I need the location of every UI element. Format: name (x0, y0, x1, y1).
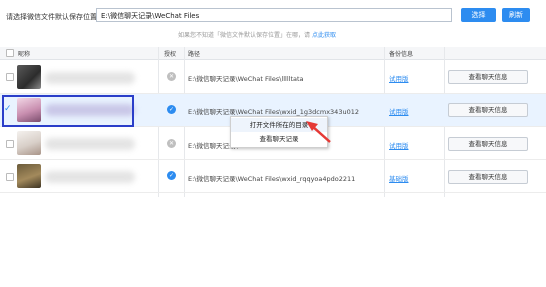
row-checkbox[interactable] (6, 73, 14, 81)
hint-text: 如果您不知道「微信文件默认保存位置」在哪，请 点此获取 (178, 30, 336, 39)
select-button[interactable]: 选择 (461, 8, 496, 22)
header-backup: 备份信息 (389, 51, 414, 58)
header-path: 路径 (188, 51, 201, 58)
save-path-input[interactable]: E:\微信聊天记录\WeChat Files (96, 8, 452, 22)
avatar (17, 65, 41, 89)
auth-status-on-icon: ✓ (167, 105, 176, 114)
view-chat-button[interactable]: 查看聊天信息 (448, 170, 528, 184)
annotation-arrow-icon (306, 121, 331, 143)
row-checkbox[interactable] (6, 140, 14, 148)
header-auth: 授权 (164, 51, 177, 58)
save-path-label: 请选择微信文件默认保存位置 (6, 13, 97, 21)
view-chat-button[interactable]: 查看聊天信息 (448, 103, 528, 117)
refresh-button[interactable]: 刷新 (502, 8, 530, 22)
auth-status-off-icon: ✕ (167, 139, 176, 148)
blurred-nickname (45, 72, 135, 84)
avatar (17, 164, 41, 188)
blurred-nickname (45, 171, 135, 183)
table-header (0, 47, 546, 60)
auth-status-off-icon: ✕ (167, 72, 176, 81)
backup-version-link[interactable]: 试用版 (389, 106, 409, 116)
view-chat-button[interactable]: 查看聊天信息 (448, 70, 528, 84)
header-nickname: 昵称 (18, 51, 31, 58)
hint-message: 如果您不知道「微信文件默认保存位置」在哪，请 (178, 32, 311, 39)
view-chat-button[interactable]: 查看聊天信息 (448, 137, 528, 151)
avatar (17, 131, 41, 155)
backup-version-link[interactable]: 基础版 (389, 173, 409, 183)
backup-version-link[interactable]: 试用版 (389, 73, 409, 83)
backup-version-link[interactable]: 试用版 (389, 140, 409, 150)
row-checkbox[interactable] (6, 173, 14, 181)
hint-link[interactable]: 点此获取 (312, 32, 336, 39)
auth-status-on-icon: ✓ (167, 171, 176, 180)
path-cell: E:\微信聊天记录\WeChat Files\wxid_rqqyoa4pdo22… (188, 175, 356, 183)
select-all-checkbox[interactable] (6, 49, 14, 57)
blurred-nickname (45, 138, 135, 150)
path-cell: E:\微信聊天记录\WeChat Files\llllltata (188, 75, 304, 83)
annotation-highlight-box (2, 95, 134, 127)
path-cell: E:\微信聊天记录\WeChat Files\wxid_1g3dcmx343u0… (188, 108, 359, 116)
